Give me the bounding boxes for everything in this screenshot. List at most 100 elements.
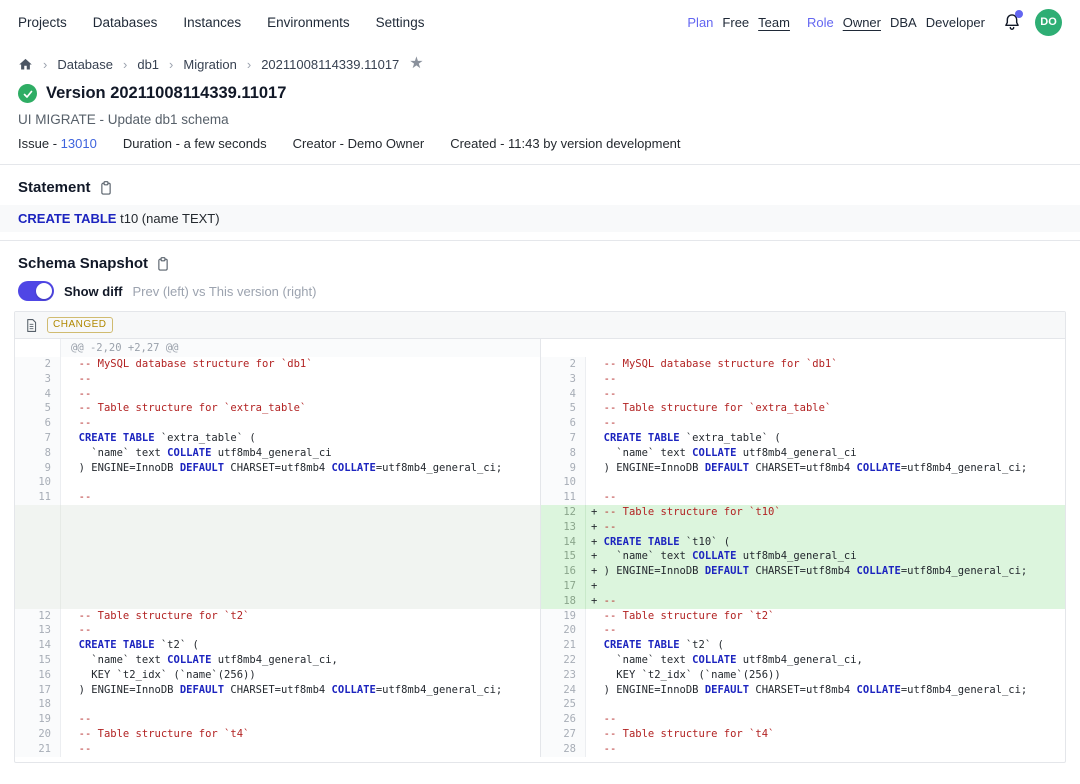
diff-line-code-right: + — [586, 579, 1065, 594]
version-header: Version 20211008114339.11017 — [18, 84, 1062, 103]
diff-line-number-right: 23 — [540, 668, 586, 683]
diff-toggle-row: Show diff Prev (left) vs This version (r… — [18, 281, 1062, 301]
diff-line-code-right: + `name` text COLLATE utf8mb4_general_ci — [586, 549, 1065, 564]
show-diff-label: Show diff — [64, 284, 123, 299]
chevron-separator: › — [247, 57, 251, 72]
diff-line-number-right: 9 — [540, 461, 586, 476]
breadcrumb-version[interactable]: 20211008114339.11017 — [261, 57, 399, 72]
diff-line-number-right: 18 — [540, 594, 586, 609]
diff-line-number-right: 26 — [540, 712, 586, 727]
diff-line-number-right: 27 — [540, 727, 586, 742]
diff-line-number-left: 10 — [15, 475, 61, 490]
divider — [0, 240, 1080, 241]
diff-line-code-left: -- — [61, 490, 540, 505]
diff-line-number-right: 15 — [540, 549, 586, 564]
diff-line-code-left — [61, 535, 540, 550]
diff-line-number-right: 5 — [540, 401, 586, 416]
diff-line-number-left: 9 — [15, 461, 61, 476]
account-area: Plan Free Team Role Owner DBA Developer … — [687, 9, 1062, 36]
diff-line-number-left — [15, 579, 61, 594]
diff-line-code-right: -- — [586, 387, 1065, 402]
diff-line-number-left — [15, 549, 61, 564]
show-diff-toggle[interactable] — [18, 281, 54, 301]
diff-line-number-right: 21 — [540, 638, 586, 653]
snapshot-heading: Schema Snapshot — [18, 255, 148, 272]
meta-created: Created - 11:43 by version development — [450, 136, 680, 151]
diff-line-code-left — [61, 594, 540, 609]
breadcrumb-db1[interactable]: db1 — [137, 57, 159, 72]
diff-line-code-left: `name` text COLLATE utf8mb4_general_ci, — [61, 653, 540, 668]
diff-line-code-left: ) ENGINE=InnoDB DEFAULT CHARSET=utf8mb4 … — [61, 683, 540, 698]
diff-line-code-left — [61, 520, 540, 535]
diff-line-number-left: 13 — [15, 623, 61, 638]
diff-hint: Prev (left) vs This version (right) — [133, 284, 317, 299]
diff-line-number-left — [15, 535, 61, 550]
nav-item-instances[interactable]: Instances — [183, 15, 241, 30]
diff-line-code-right: + -- — [586, 594, 1065, 609]
plan-option-team[interactable]: Team — [758, 15, 790, 30]
diff-line-code-right: -- — [586, 490, 1065, 505]
diff-line-code-left: @@ -2,20 +2,27 @@ — [61, 339, 540, 357]
role-option-dba[interactable]: DBA — [890, 15, 917, 30]
diff-line-number-left: 12 — [15, 609, 61, 624]
diff-line-code-right: ) ENGINE=InnoDB DEFAULT CHARSET=utf8mb4 … — [586, 683, 1065, 698]
diff-line-number-right: 3 — [540, 372, 586, 387]
plan-option-free[interactable]: Free — [722, 15, 749, 30]
diff-line-number-left: 3 — [15, 372, 61, 387]
diff-line-code-left: -- Table structure for `t4` — [61, 727, 540, 742]
diff-line-code-left: -- MySQL database structure for `db1` — [61, 357, 540, 372]
diff-line-code-left: -- — [61, 623, 540, 638]
diff-line-number-left: 2 — [15, 357, 61, 372]
home-icon[interactable] — [18, 57, 33, 72]
diff-line-code-left: -- — [61, 416, 540, 431]
diff-line-number-left: 8 — [15, 446, 61, 461]
chevron-separator: › — [43, 57, 47, 72]
diff-line-code-left — [61, 505, 540, 520]
diff-line-code-left: CREATE TABLE `t2` ( — [61, 638, 540, 653]
diff-line-number-right: 7 — [540, 431, 586, 446]
diff-line-code-left — [61, 564, 540, 579]
diff-line-number-left — [15, 594, 61, 609]
plan-label: Plan — [687, 15, 713, 30]
diff-line-number-right: 13 — [540, 520, 586, 535]
diff-line-number-left: 6 — [15, 416, 61, 431]
nav-item-settings[interactable]: Settings — [376, 15, 425, 30]
diff-grid: @@ -2,20 +2,27 @@2 -- MySQL database str… — [15, 339, 1065, 757]
statement-heading: Statement — [18, 179, 91, 196]
snapshot-section-header: Schema Snapshot — [18, 255, 1062, 272]
role-option-owner[interactable]: Owner — [843, 15, 881, 30]
notification-bell-icon[interactable] — [1002, 12, 1022, 32]
diff-line-number-left — [15, 564, 61, 579]
diff-line-code-right: -- — [586, 742, 1065, 757]
diff-line-number-right: 14 — [540, 535, 586, 550]
copy-snapshot-icon[interactable] — [156, 256, 170, 272]
diff-line-code-right: `name` text COLLATE utf8mb4_general_ci — [586, 446, 1065, 461]
role-label: Role — [807, 15, 834, 30]
diff-line-code-left: -- — [61, 387, 540, 402]
diff-line-number-right: 17 — [540, 579, 586, 594]
nav-item-environments[interactable]: Environments — [267, 15, 350, 30]
diff-line-code-right: + ) ENGINE=InnoDB DEFAULT CHARSET=utf8mb… — [586, 564, 1065, 579]
favorite-star-icon[interactable]: ★ — [409, 56, 423, 72]
diff-line-number-right: 6 — [540, 416, 586, 431]
breadcrumb-migration[interactable]: Migration — [183, 57, 236, 72]
breadcrumb-database[interactable]: Database — [57, 57, 113, 72]
issue-link[interactable]: 13010 — [61, 136, 97, 151]
diff-line-number-left: 4 — [15, 387, 61, 402]
diff-line-number-left — [15, 505, 61, 520]
diff-line-code-left: ) ENGINE=InnoDB DEFAULT CHARSET=utf8mb4 … — [61, 461, 540, 476]
nav-item-projects[interactable]: Projects — [18, 15, 67, 30]
diff-line-code-right: KEY `t2_idx` (`name`(256)) — [586, 668, 1065, 683]
diff-line-number-right: 24 — [540, 683, 586, 698]
avatar[interactable]: DO — [1035, 9, 1062, 36]
meta-issue: Issue - 13010 — [18, 136, 97, 151]
diff-line-code-right: -- MySQL database structure for `db1` — [586, 357, 1065, 372]
role-option-developer[interactable]: Developer — [926, 15, 985, 30]
copy-statement-icon[interactable] — [99, 180, 113, 196]
diff-line-code-right: + -- Table structure for `t10` — [586, 505, 1065, 520]
diff-line-code-left — [61, 549, 540, 564]
diff-line-code-left — [61, 579, 540, 594]
diff-line-code-left: -- — [61, 742, 540, 757]
nav-item-databases[interactable]: Databases — [93, 15, 158, 30]
diff-line-code-right — [586, 475, 1065, 490]
